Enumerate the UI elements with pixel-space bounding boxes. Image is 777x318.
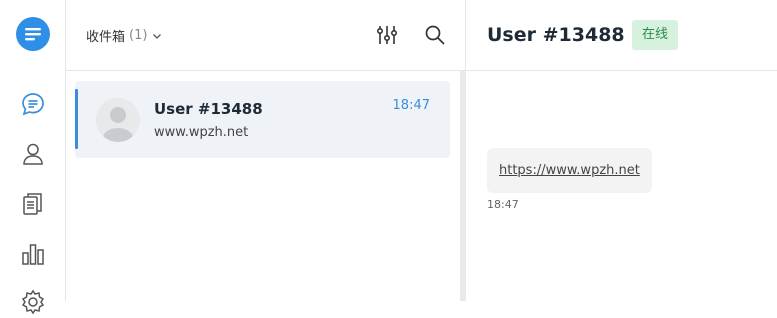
- conversation-preview: www.wpzh.net: [154, 125, 249, 140]
- documents-icon: [23, 193, 42, 215]
- user-icon: [23, 143, 43, 165]
- chat-icon: [22, 93, 44, 116]
- filter-sliders-icon: [376, 26, 397, 44]
- search-icon: [425, 25, 445, 45]
- bar-chart-icon: [22, 244, 44, 265]
- filter-button[interactable]: [374, 22, 400, 48]
- nav-reports[interactable]: [17, 238, 49, 270]
- conversation-item[interactable]: User #13488 www.wpzh.net 18:47: [75, 81, 450, 158]
- message-bubble: https://www.wpzh.net: [487, 148, 652, 193]
- nav-conversations[interactable]: [17, 88, 49, 120]
- gear-icon: [21, 289, 45, 315]
- list-header: 收件箱 (1): [66, 0, 465, 71]
- nav-contacts[interactable]: [17, 138, 49, 170]
- logo-icon: [15, 16, 51, 52]
- nav-rail: [0, 0, 66, 315]
- chat-pane: User #13488 在线 https://www.wpzh.net 18:4…: [466, 0, 777, 301]
- inbox-label: 收件箱: [86, 30, 126, 45]
- conversation-time: 18:47: [392, 98, 430, 113]
- nav-documents[interactable]: [17, 188, 49, 220]
- selected-indicator: [75, 89, 78, 149]
- chevron-down-icon: [153, 33, 162, 39]
- inbox-dropdown[interactable]: 收件箱 (1): [86, 26, 163, 45]
- message-link[interactable]: https://www.wpzh.net: [499, 163, 640, 178]
- conversation-list-pane: 收件箱 (1) User #13488 www.wpzh.net 18:47: [66, 0, 466, 301]
- message-time: 18:47: [487, 198, 519, 211]
- conversation-name: User #13488: [154, 100, 263, 118]
- search-button[interactable]: [422, 22, 448, 48]
- chat-title: User #13488: [487, 24, 625, 46]
- nav-settings[interactable]: [17, 286, 49, 318]
- status-badge: 在线: [632, 20, 679, 50]
- inbox-count: (1): [129, 28, 148, 43]
- chat-header: User #13488 在线: [466, 0, 777, 71]
- avatar: [96, 98, 140, 142]
